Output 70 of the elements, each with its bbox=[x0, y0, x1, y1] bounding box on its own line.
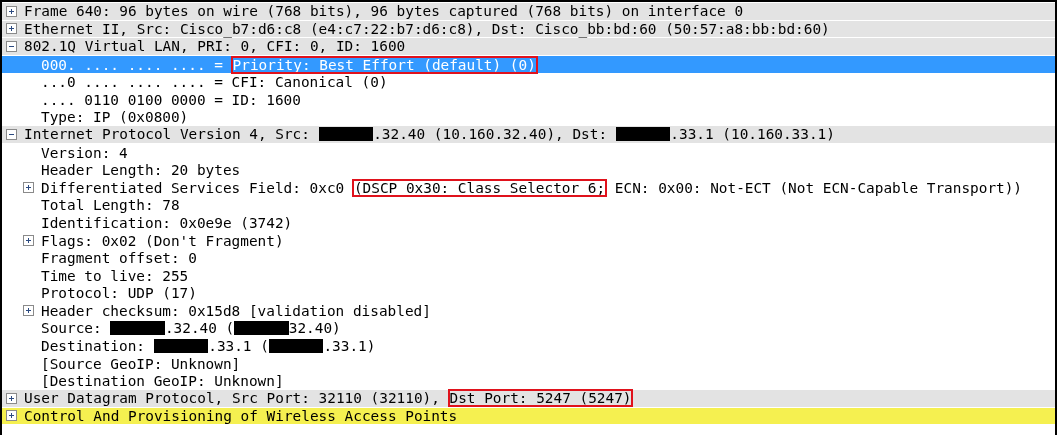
tree-row[interactable]: Differentiated Services Field: 0xc0 (DSCP 0x30: Class Selector 6; ECN: 0x00: Not-ECT (Not ECN-Capable Transport)) bbox=[2, 178, 1055, 197]
field-text: Ethernet II, Src: Cisco_b7:d6:c8 (e4:c7:22:b7:d6:c8), Dst: Cisco_bb:bd:60 (50:57:a8:bb:bd:60) bbox=[24, 20, 830, 37]
tree-row[interactable]: Identification: 0x0e9e (3742) bbox=[2, 214, 1055, 232]
tree-row[interactable]: Internet Protocol Version 4, Src: .32.40 (10.160.32.40), Dst: .33.1 (10.160.33.1) bbox=[2, 126, 1055, 144]
tree-row[interactable]: Total Length: 78 bbox=[2, 196, 1055, 215]
highlighted-text: Priority: Best Effort (default) (0) bbox=[231, 56, 537, 73]
redaction-block bbox=[268, 339, 324, 354]
tree-row[interactable]: Destination: .33.1 ( .33.1) bbox=[2, 337, 1055, 355]
redaction-block bbox=[318, 127, 374, 142]
tree-row[interactable]: Source: .32.40 ( 32.40) bbox=[2, 319, 1055, 338]
field-text: 000. .... .... .... = bbox=[41, 56, 224, 73]
field-text: Header Length: 20 bytes bbox=[41, 162, 241, 179]
tree-row[interactable]: [Source GeoIP: Unknown] bbox=[2, 354, 1055, 373]
highlighted-text: Dst Port: 5247 (5247) bbox=[448, 390, 633, 407]
tree-row[interactable]: 802.1Q Virtual LAN, PRI: 0, CFI: 0, ID: 1600 bbox=[2, 38, 1055, 56]
expand-icon[interactable] bbox=[23, 235, 34, 246]
field-text: ...0 .... .... .... = CFI: Canonical (0) bbox=[41, 74, 388, 91]
field-text: Control And Provisioning of Wireless Access Points bbox=[24, 407, 458, 424]
redaction-block bbox=[234, 321, 289, 336]
tree-row[interactable]: Flags: 0x02 (Don't Fragment) bbox=[2, 231, 1055, 250]
field-text: Destination: bbox=[41, 338, 146, 355]
tree-row[interactable]: User Datagram Protocol, Src Port: 32110 (32110), Dst Port: 5247 (5247) bbox=[2, 390, 1055, 408]
expand-icon[interactable] bbox=[23, 182, 34, 194]
field-text: Type: IP (0x0800) bbox=[41, 109, 189, 126]
redaction-block bbox=[615, 127, 671, 142]
field-text: .33.1) bbox=[323, 338, 376, 355]
collapse-icon[interactable] bbox=[6, 128, 17, 140]
tree-row[interactable]: Header Length: 20 bytes bbox=[2, 161, 1055, 179]
tree-row[interactable]: Time to live: 255 bbox=[2, 266, 1055, 285]
tree-row[interactable]: [Destination GeoIP: Unknown] bbox=[2, 372, 1055, 391]
field-text: Differentiated Services Field: 0xc0 bbox=[41, 179, 346, 196]
expand-icon[interactable] bbox=[6, 5, 17, 17]
tree-row[interactable]: Type: IP (0x0800) bbox=[2, 108, 1055, 127]
field-text: Total Length: 78 bbox=[41, 197, 180, 214]
field-text: Version: 4 bbox=[41, 144, 128, 161]
field-text: .... 0110 0100 0000 = ID: 1600 bbox=[41, 91, 301, 108]
redaction-block bbox=[110, 321, 165, 336]
field-text: Frame 640: 96 bytes on wire (768 bits), 96 bytes captured (768 bits) on interface 0 bbox=[24, 3, 744, 20]
field-text: Source: bbox=[41, 320, 103, 337]
expand-icon[interactable] bbox=[6, 392, 17, 404]
field-text: Identification: 0x0e9e (3742) bbox=[41, 214, 293, 231]
field-text: [Destination GeoIP: Unknown] bbox=[41, 373, 284, 390]
tree-row[interactable]: Fragment offset: 0 bbox=[2, 249, 1055, 267]
tree-row[interactable]: Header checksum: 0x15d8 [validation disabled] bbox=[2, 302, 1055, 320]
field-text: 32.40) bbox=[288, 320, 341, 337]
highlighted-text: (DSCP 0x30: Class Selector 6; bbox=[352, 179, 607, 196]
field-text: .32.40 (10.160.32.40), Dst: bbox=[373, 126, 609, 143]
expand-icon[interactable] bbox=[6, 23, 17, 35]
field-text: Time to live: 255 bbox=[41, 267, 189, 284]
tree-row[interactable]: .... 0110 0100 0000 = ID: 1600 bbox=[2, 90, 1055, 109]
field-text: .33.1 (10.160.33.1) bbox=[670, 126, 835, 143]
collapse-icon[interactable] bbox=[6, 41, 17, 52]
tree-row[interactable]: Protocol: UDP (17) bbox=[2, 284, 1055, 303]
field-text: [Source GeoIP: Unknown] bbox=[41, 355, 241, 372]
field-text: Protocol: UDP (17) bbox=[41, 285, 197, 302]
field-text: Flags: 0x02 (Don't Fragment) bbox=[41, 232, 284, 249]
tree-row[interactable]: Version: 4 bbox=[2, 143, 1055, 162]
expand-icon[interactable] bbox=[23, 305, 34, 317]
field-text: .33.1 ( bbox=[208, 338, 269, 355]
field-text: User Datagram Protocol, Src Port: 32110 (32110), bbox=[24, 390, 441, 407]
field-text: Fragment offset: 0 bbox=[41, 250, 197, 267]
expand-icon[interactable] bbox=[6, 410, 17, 422]
tree-row[interactable]: Frame 640: 96 bytes on wire (768 bits), 96 bytes captured (768 bits) on interface 0 bbox=[2, 3, 1055, 21]
field-text: ECN: 0x00: Not-ECT (Not ECN-Capable Transport)) bbox=[613, 179, 1023, 196]
redaction-block bbox=[153, 339, 209, 354]
field-text: Header checksum: 0x15d8 [validation disabled] bbox=[41, 302, 431, 319]
field-text: Internet Protocol Version 4, Src: bbox=[24, 126, 311, 143]
tree-row[interactable]: ...0 .... .... .... = CFI: Canonical (0) bbox=[2, 73, 1055, 91]
field-text: .32.40 ( bbox=[164, 320, 235, 337]
field-text: 802.1Q Virtual LAN, PRI: 0, CFI: 0, ID: 1600 bbox=[24, 38, 406, 55]
